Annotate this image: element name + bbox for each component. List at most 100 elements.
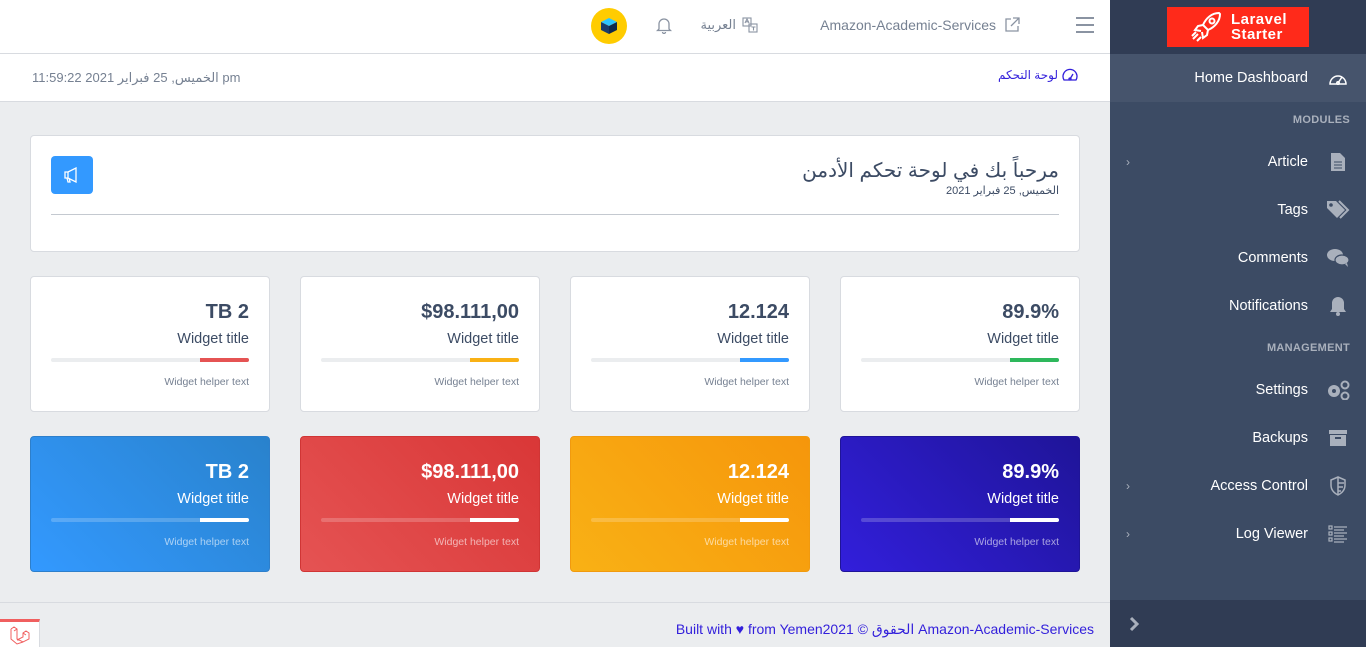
widget-value: $98.111,00 bbox=[421, 461, 519, 483]
sidebar-item-label: Article bbox=[1267, 154, 1308, 170]
sidebar-item-comments[interactable]: Comments bbox=[1110, 234, 1366, 282]
menu-icon-bar bbox=[1076, 24, 1094, 26]
widget-progress bbox=[861, 358, 1059, 362]
archive-icon bbox=[1326, 429, 1350, 447]
widget-progress-fill bbox=[469, 518, 519, 522]
cogs-icon bbox=[1326, 380, 1350, 400]
sidebar-item-label: Comments bbox=[1237, 250, 1308, 266]
file-icon bbox=[1326, 152, 1350, 172]
language-label: العربية bbox=[700, 17, 736, 32]
sidebar-item-article[interactable]: › Article bbox=[1110, 138, 1366, 186]
footer: Built with ♥ from Yemen2021 © الحقوق Ama… bbox=[0, 602, 1110, 647]
widget-helper: Widget helper text bbox=[164, 376, 249, 388]
rocket-icon bbox=[1191, 11, 1221, 42]
sidebar-item-label: Home Dashboard bbox=[1194, 70, 1308, 86]
widget-value: 89.9% bbox=[1002, 301, 1059, 323]
shield-icon bbox=[1326, 476, 1350, 496]
widget-helper: Widget helper text bbox=[434, 536, 519, 548]
menu-icon-bar bbox=[1076, 17, 1094, 19]
chevron-right-icon: › bbox=[1126, 479, 1130, 493]
widget-value: 12.124 bbox=[727, 461, 789, 483]
speedometer-icon bbox=[1062, 68, 1078, 81]
sidebar-item-home-dashboard[interactable]: Home Dashboard bbox=[1110, 54, 1366, 102]
widget-progress bbox=[321, 518, 519, 522]
sidebar-item-label: Backups bbox=[1252, 430, 1308, 446]
speedometer-icon bbox=[1326, 70, 1350, 86]
language-switcher[interactable]: العربية bbox=[700, 17, 758, 33]
widget-progress bbox=[861, 518, 1059, 522]
widget-value: 89.9% bbox=[1002, 461, 1059, 483]
announcement-button[interactable] bbox=[51, 156, 93, 194]
widget-title: Widget title bbox=[447, 491, 519, 507]
sidebar-item-access-control[interactable]: › Access Control bbox=[1110, 462, 1366, 510]
brand-logo[interactable]: Laravel Starter bbox=[1167, 7, 1309, 47]
widget-helper: Widget helper text bbox=[974, 536, 1059, 548]
widget-card-gradient: $98.111,00 Widget title Widget helper te… bbox=[300, 436, 540, 572]
widget-progress-fill bbox=[199, 358, 249, 362]
widget-value: TB 2 bbox=[205, 461, 249, 483]
breadcrumb[interactable]: لوحة التحكم bbox=[998, 68, 1078, 82]
nav-section-title-management: MANAGEMENT bbox=[1266, 342, 1350, 354]
widget-title: Widget title bbox=[987, 331, 1059, 347]
list-icon bbox=[1326, 525, 1350, 543]
widget-progress bbox=[591, 518, 789, 522]
widget-card-gradient: 12.124 Widget title Widget helper text bbox=[570, 436, 810, 572]
widget-progress-fill bbox=[1009, 358, 1059, 362]
bell-icon bbox=[1326, 296, 1350, 316]
widget-card: TB 2 Widget title Widget helper text bbox=[30, 276, 270, 412]
brand-line2: Starter bbox=[1230, 26, 1283, 43]
nav-section-title-modules: MODULES bbox=[1292, 114, 1350, 126]
sidebar-item-label: Tags bbox=[1277, 202, 1308, 218]
bell-icon bbox=[655, 18, 673, 35]
debugbar-toggle[interactable] bbox=[0, 619, 40, 647]
sidebar-item-tags[interactable]: Tags bbox=[1110, 186, 1366, 234]
chevron-right-icon: › bbox=[1126, 527, 1130, 541]
app-site-link[interactable]: Amazon-Academic-Services bbox=[820, 17, 1020, 33]
sidebar-brand[interactable]: Laravel Starter bbox=[1110, 0, 1366, 54]
app-site-link-label: Amazon-Academic-Services bbox=[820, 17, 996, 33]
sidebar: Laravel Starter Home Dashboard MODULES ›… bbox=[1110, 0, 1366, 647]
widget-progress-fill bbox=[199, 518, 249, 522]
sidebar-item-notifications[interactable]: Notifications bbox=[1110, 282, 1366, 330]
sidebar-toggle-button[interactable] bbox=[1076, 17, 1094, 33]
widget-card-gradient: 89.9% Widget title Widget helper text bbox=[840, 436, 1080, 572]
brand-text: Laravel Starter bbox=[1231, 12, 1287, 42]
welcome-card: مرحباً بك في لوحة تحكم الأدمن الخميس, 25… bbox=[30, 135, 1080, 252]
sidebar-item-label: Log Viewer bbox=[1235, 526, 1308, 542]
sidebar-item-log-viewer[interactable]: › Log Viewer bbox=[1110, 510, 1366, 558]
widget-progress bbox=[591, 358, 789, 362]
footer-credits[interactable]: Built with ♥ from Yemen2021 © الحقوق Ama… bbox=[676, 621, 1094, 638]
widget-card: 89.9% Widget title Widget helper text bbox=[840, 276, 1080, 412]
bullhorn-icon bbox=[64, 167, 77, 183]
widget-progress-fill bbox=[739, 518, 789, 522]
subheader: لوحة التحكم الخميس, 25 فبراير 2021 11:59… bbox=[0, 54, 1110, 102]
sidebar-item-label: Access Control bbox=[1210, 478, 1308, 494]
menu-icon-bar bbox=[1076, 31, 1094, 33]
translate-icon bbox=[742, 17, 758, 33]
widget-value: 12.124 bbox=[727, 301, 789, 323]
sidebar-item-settings[interactable]: Settings bbox=[1110, 366, 1366, 414]
sidebar-item-backups[interactable]: Backups bbox=[1110, 414, 1366, 462]
external-link-icon bbox=[1005, 17, 1020, 32]
current-datetime: الخميس, 25 فبراير 2021 11:59:22 pm bbox=[32, 70, 241, 85]
top-header: Amazon-Academic-Services العربية bbox=[0, 0, 1110, 54]
sidebar-item-label: Settings bbox=[1255, 382, 1308, 398]
brand-line1: Laravel bbox=[1230, 11, 1288, 28]
widget-title: Widget title bbox=[177, 491, 249, 507]
avatar-cube-icon bbox=[601, 18, 617, 34]
breadcrumb-dashboard[interactable]: لوحة التحكم bbox=[998, 68, 1058, 82]
sidebar-minimizer-button[interactable] bbox=[1110, 600, 1366, 647]
user-avatar[interactable] bbox=[591, 8, 627, 44]
sidebar-item-label: Notifications bbox=[1229, 298, 1308, 314]
widget-title: Widget title bbox=[177, 331, 249, 347]
widget-progress-fill bbox=[739, 358, 789, 362]
widget-helper: Widget helper text bbox=[704, 376, 789, 388]
tags-icon bbox=[1326, 200, 1350, 220]
widget-helper: Widget helper text bbox=[434, 376, 519, 388]
chevron-right-icon: › bbox=[1126, 155, 1130, 169]
widget-progress-fill bbox=[469, 358, 519, 362]
widget-title: Widget title bbox=[717, 491, 789, 507]
notifications-button[interactable] bbox=[655, 16, 673, 39]
widget-progress bbox=[51, 358, 249, 362]
widget-helper: Widget helper text bbox=[704, 536, 789, 548]
